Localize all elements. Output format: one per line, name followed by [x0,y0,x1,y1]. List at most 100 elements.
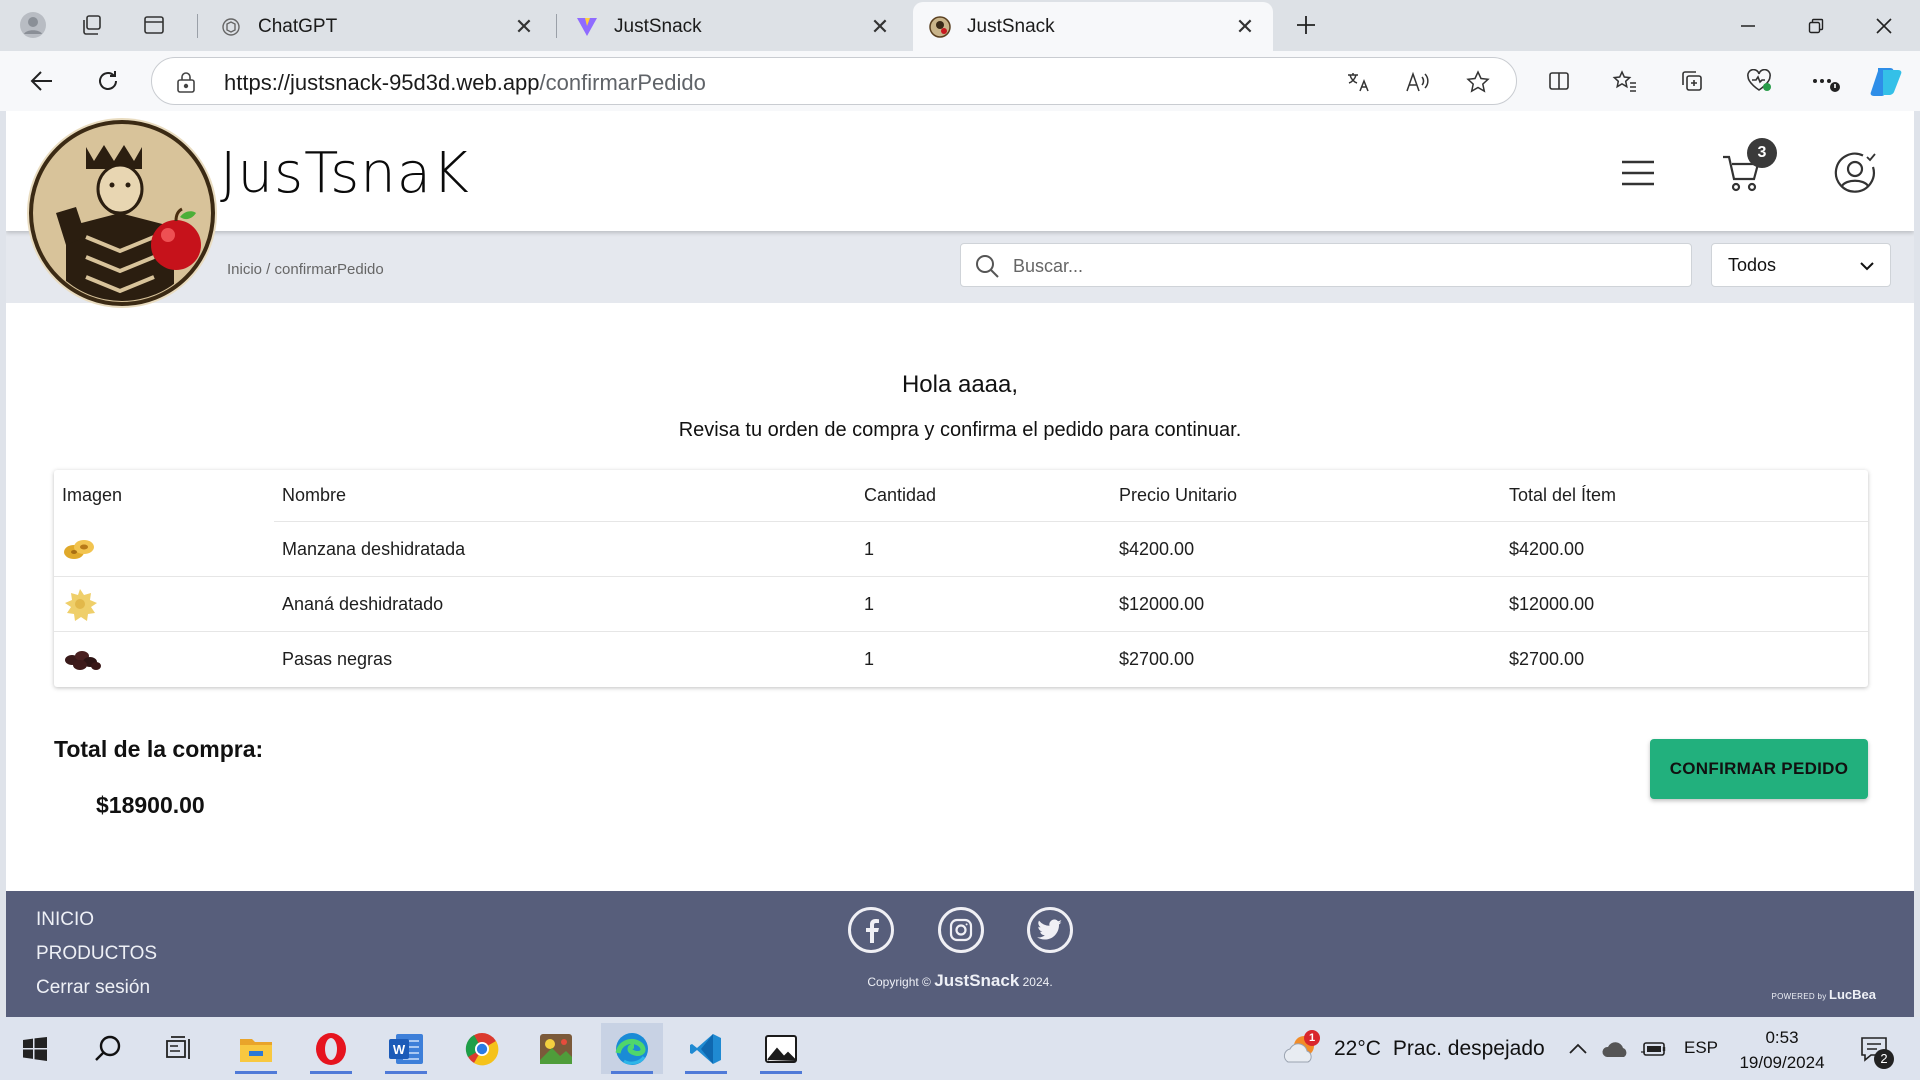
favorites-icon[interactable] [1607,63,1643,99]
lock-icon[interactable] [176,70,196,99]
close-window-icon[interactable] [1850,0,1918,51]
battery-icon[interactable] [1632,1023,1676,1074]
notifications-icon[interactable]: 2 [1846,1023,1902,1074]
clock-time: 0:53 [1765,1028,1799,1047]
weather-alert-badge: 1 [1304,1029,1320,1046]
table-row: Manzana deshidratada 1 $4200.00 $4200.00 [54,522,1868,577]
profile-icon[interactable] [16,8,50,42]
search-input[interactable] [1013,252,1673,280]
weather-condition: Prac. despejado [1392,1036,1545,1060]
copyright-prefix: Copyright © [867,975,931,989]
close-icon[interactable]: ✕ [868,14,892,40]
browser-toolbar: https://justsnack-95d3d.web.app/confirma… [0,51,1920,111]
tab-actions-icon[interactable] [137,8,171,42]
edge-icon[interactable] [601,1023,663,1074]
product-name: Manzana deshidratada [282,538,466,559]
tab-title: ChatGPT [258,15,338,37]
system-clock[interactable]: 0:53 19/09/2024 [1732,1025,1832,1075]
confirm-order-button[interactable]: CONFIRMAR PEDIDO [1650,739,1868,799]
powered-by-prefix: POWERED by [1771,992,1827,1001]
product-item-total: $4200.00 [1509,538,1585,559]
site-header: JusTsnaK 3 [6,111,1914,231]
greeting: Hola aaaa, [901,371,1019,398]
justsnack-favicon-icon [929,15,951,38]
hamburger-menu-icon[interactable] [1614,149,1662,197]
product-unit-price: $4200.00 [1119,538,1195,559]
powered-by-brand[interactable]: LucBea [1829,987,1876,1002]
copyright-year: 2024. [1022,975,1053,989]
minimize-icon[interactable] [1714,0,1782,51]
refresh-icon[interactable] [90,63,126,99]
opera-icon[interactable] [300,1023,362,1074]
product-image-pineapple [62,577,98,631]
temperature: 22°C [1334,1036,1381,1060]
product-item-total: $12000.00 [1509,593,1595,614]
product-quantity: 1 [864,538,875,559]
windows-start-icon[interactable] [4,1023,66,1074]
table-header-row: Imagen Nombre Cantidad Precio Unitario T… [54,470,1868,522]
brand-wordmark[interactable]: JusTsnaK [220,141,470,206]
new-tab-icon[interactable] [1289,8,1323,42]
workspaces-icon[interactable] [75,8,109,42]
back-arrow-icon[interactable] [24,63,60,99]
input-language[interactable]: ESP [1684,1038,1718,1058]
table-row: Ananá deshidratado 1 $12000.00 $12000.00 [54,577,1868,632]
close-icon[interactable]: ✕ [512,14,536,40]
search-box[interactable] [960,243,1692,287]
close-icon[interactable]: ✕ [1233,14,1257,40]
weather-widget[interactable]: 1 22°C Prac. despejado [1282,1017,1545,1080]
tab-separator [556,14,557,38]
weather-cloud-icon: 1 [1282,1029,1320,1066]
tab-justsnack-1[interactable]: JustSnack ✕ [560,2,908,51]
footer-link-inicio[interactable]: INICIO [36,909,94,931]
column-header-cantidad: Cantidad [864,485,937,505]
taskbar-search-icon[interactable] [78,1023,140,1074]
collections-icon[interactable] [1674,63,1710,99]
tab-justsnack-active[interactable]: JustSnack ✕ [913,2,1273,51]
product-name: Pasas negras [282,649,393,669]
read-aloud-icon[interactable] [1405,69,1431,95]
task-view-icon[interactable] [148,1023,210,1074]
vscode-icon[interactable] [675,1023,737,1074]
word-icon[interactable]: W [375,1023,437,1074]
chrome-icon[interactable] [451,1023,513,1074]
column-header-precio-unitario: Precio Unitario [1119,485,1238,505]
browser-essentials-icon[interactable] [1741,63,1777,99]
product-unit-price: $2700.00 [1119,649,1195,669]
search-bar-row: Inicio / confirmarPedido Todos [6,231,1914,303]
file-explorer-icon[interactable] [225,1023,287,1074]
clock-date: 19/09/2024 [1739,1053,1825,1072]
cart-count-badge: 3 [1747,138,1777,168]
photo-app-icon[interactable] [525,1023,587,1074]
more-options-icon[interactable] [1808,63,1844,99]
url-path: /confirmarPedido [539,70,706,95]
vite-favicon-icon [576,16,598,38]
instagram-icon[interactable] [938,907,984,953]
tab-title: JustSnack [967,15,1055,37]
category-select[interactable]: Todos [1711,243,1891,287]
photos-icon[interactable] [750,1023,812,1074]
restore-icon[interactable] [1782,0,1850,51]
purchase-total-label: Total de la compra: [54,736,264,762]
category-selected-value: Todos [1728,254,1777,275]
copilot-icon[interactable] [1868,63,1904,99]
url-host: https://justsnack-95d3d.web.app [224,70,540,95]
copyright-text: Copyright © JustSnack 2024. [6,971,1914,991]
address-bar[interactable]: https://justsnack-95d3d.web.app/confirma… [151,57,1517,105]
product-item-total: $2700.00 [1509,649,1585,669]
facebook-icon[interactable] [848,907,894,953]
tab-chatgpt[interactable]: ChatGPT ✕ [204,2,552,51]
column-header-total-item: Total del Ítem [1509,485,1617,505]
windows-taskbar: W 1 22°C Prac. despejado ESP 0:53 19/09/… [0,1017,1920,1080]
breadcrumb[interactable]: Inicio / confirmarPedido [227,261,384,278]
favorite-star-icon[interactable] [1465,69,1491,95]
translate-icon[interactable] [1346,69,1372,95]
footer-link-productos[interactable]: PRODUCTOS [36,943,157,965]
twitter-icon[interactable] [1027,907,1073,953]
table-row: Pasas negras 1 $2700.00 $2700.00 [54,632,1868,687]
split-screen-icon[interactable] [1541,63,1577,99]
purchase-total-value: $18900.00 [96,792,205,818]
url-text[interactable]: https://justsnack-95d3d.web.app/confirma… [224,70,706,96]
user-account-icon[interactable] [1831,149,1879,197]
justsnack-logo[interactable] [26,117,218,309]
